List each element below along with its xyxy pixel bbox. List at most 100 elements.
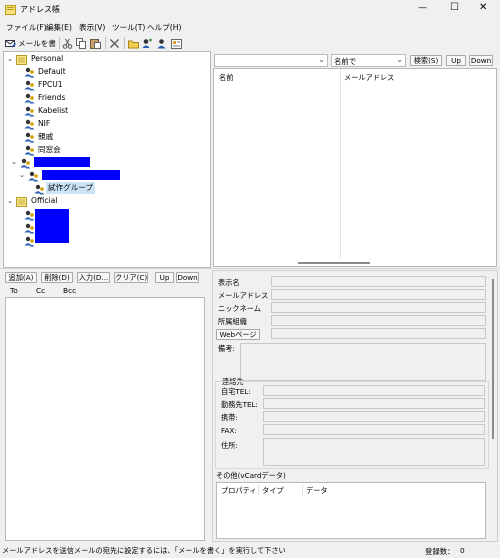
label-address: 住所:	[221, 441, 238, 450]
new-folder-icon[interactable]	[128, 38, 139, 49]
folder-tree[interactable]: ⌄ Personal Default FPCU1 Friends Kabelis…	[3, 51, 211, 268]
label-fax: FAX:	[221, 426, 237, 435]
contact-count-label: 登録数：	[425, 547, 455, 556]
tree-group-friends[interactable]: Friends	[38, 92, 65, 104]
webpage-field[interactable]	[271, 328, 486, 339]
label-note: 備考:	[218, 344, 235, 353]
clear-recipients-button[interactable]: クリア(C)	[114, 272, 148, 283]
horizontal-scrollbar-thumb[interactable]	[298, 262, 370, 264]
tree-folder-official[interactable]: Official	[31, 195, 57, 207]
group-icon	[24, 210, 35, 221]
vcard-column-data[interactable]: データ	[306, 486, 328, 496]
group-icon	[24, 119, 35, 130]
remove-recipient-button[interactable]: 削除(D)	[41, 272, 73, 283]
tab-cc[interactable]: Cc	[36, 286, 45, 295]
redacted-group-name[interactable]	[42, 170, 120, 180]
home-tel-field[interactable]	[263, 385, 485, 396]
menu-tools[interactable]: ツール(T)	[112, 22, 145, 33]
tree-group-nif[interactable]: NIF	[38, 118, 50, 130]
label-email: メールアドレス	[218, 291, 269, 300]
webpage-button[interactable]: Webページ	[216, 329, 260, 340]
work-tel-field[interactable]	[263, 398, 485, 409]
tree-group-default[interactable]: Default	[38, 66, 66, 78]
column-header-name[interactable]: 名前	[219, 73, 233, 83]
app-icon	[5, 5, 16, 15]
search-button[interactable]: 検索(S)	[410, 55, 442, 66]
menu-edit[interactable]: 編集(E)	[46, 22, 72, 33]
pane-divider[interactable]	[0, 268, 500, 269]
cut-icon[interactable]	[62, 38, 73, 49]
email-field[interactable]	[271, 289, 486, 300]
recipient-up-button[interactable]: Up	[155, 272, 174, 283]
new-contact-icon[interactable]	[142, 38, 153, 49]
compose-button[interactable]: メールを書く	[4, 37, 58, 59]
menu-view[interactable]: 表示(V)	[79, 22, 105, 33]
column-divider[interactable]	[340, 69, 341, 259]
vcard-table[interactable]: プロパティ タイプ データ	[216, 482, 486, 539]
search-mode-select[interactable]: 名前で ⌄	[331, 54, 406, 67]
tree-group-kabelist[interactable]: Kabelist	[38, 105, 68, 117]
menu-help[interactable]: ヘルプ(H)	[147, 22, 181, 33]
group-icon	[24, 93, 35, 104]
toolbar-separator	[124, 37, 125, 49]
recipient-list[interactable]	[5, 297, 205, 541]
group-icon	[24, 132, 35, 143]
new-group-icon[interactable]	[156, 38, 167, 49]
label-home-tel: 自宅TEL:	[221, 387, 251, 396]
tree-group-fpcu1[interactable]: FPCU1	[38, 79, 63, 91]
contact-list[interactable]: 名前 メールアドレス	[213, 68, 497, 267]
recipient-down-button[interactable]: Down	[176, 272, 199, 283]
vertical-scrollbar-thumb[interactable]	[492, 279, 494, 439]
tab-to[interactable]: To	[10, 286, 18, 295]
label-work-tel: 勤務先TEL:	[221, 400, 258, 409]
toolbar-separator	[59, 37, 60, 49]
details-panel: 表示名 メールアドレス ニックネーム 所属組織 Webページ 備考: 連絡先 自…	[212, 270, 498, 542]
menu-file[interactable]: ファイル(F)	[6, 22, 47, 33]
collapse-chevron-icon[interactable]: ⌄	[6, 197, 14, 205]
collapse-chevron-icon[interactable]: ⌄	[18, 171, 26, 179]
vcard-section-title: その他(vCardデータ)	[216, 471, 286, 480]
tab-bcc[interactable]: Bcc	[63, 286, 76, 295]
input-recipient-button[interactable]: 入力(D...	[77, 272, 110, 283]
compose-mail-icon	[5, 40, 16, 48]
search-up-button[interactable]: Up	[446, 55, 466, 66]
folder-icon	[16, 55, 27, 65]
group-icon	[34, 184, 45, 195]
column-header-email[interactable]: メールアドレス	[344, 73, 394, 83]
label-organization: 所属組織	[218, 317, 247, 326]
display-name-field[interactable]	[271, 276, 486, 287]
tree-group-prototype-selected[interactable]: 試作グループ	[46, 182, 96, 194]
copy-icon[interactable]	[76, 38, 87, 49]
chevron-down-icon: ⌄	[318, 55, 325, 64]
column-divider[interactable]	[258, 485, 259, 495]
group-icon	[24, 80, 35, 91]
redacted-group-name[interactable]	[34, 157, 90, 167]
delete-icon[interactable]	[109, 38, 120, 49]
close-button[interactable]: ✕	[479, 2, 487, 13]
tree-folder-personal[interactable]: Personal	[31, 53, 63, 65]
window-title: アドレス帳	[20, 5, 60, 14]
search-input[interactable]: ⌄	[214, 54, 328, 67]
paste-icon[interactable]	[90, 38, 101, 49]
group-icon	[20, 158, 31, 169]
redacted-group-names[interactable]	[35, 209, 69, 243]
fax-field[interactable]	[263, 424, 485, 435]
vcard-column-type[interactable]: タイプ	[262, 486, 284, 496]
tree-group-alumni[interactable]: 同窓会	[38, 144, 61, 156]
address-field[interactable]	[263, 438, 485, 466]
search-down-button[interactable]: Down	[469, 55, 493, 66]
organization-field[interactable]	[271, 315, 486, 326]
properties-icon[interactable]	[171, 38, 182, 49]
collapse-chevron-icon[interactable]: ⌄	[6, 55, 14, 63]
collapse-chevron-icon[interactable]: ⌄	[10, 158, 18, 166]
note-field[interactable]	[240, 343, 486, 381]
tree-group-relatives[interactable]: 親戚	[38, 131, 53, 143]
add-recipient-button[interactable]: 追加(A)	[5, 272, 37, 283]
nickname-field[interactable]	[271, 302, 486, 313]
minimize-button[interactable]: —	[418, 3, 427, 13]
group-icon	[24, 67, 35, 78]
vcard-column-property[interactable]: プロパティ	[221, 486, 257, 496]
column-divider[interactable]	[302, 485, 303, 495]
mobile-field[interactable]	[263, 411, 485, 422]
maximize-button[interactable]: ☐	[450, 2, 459, 13]
